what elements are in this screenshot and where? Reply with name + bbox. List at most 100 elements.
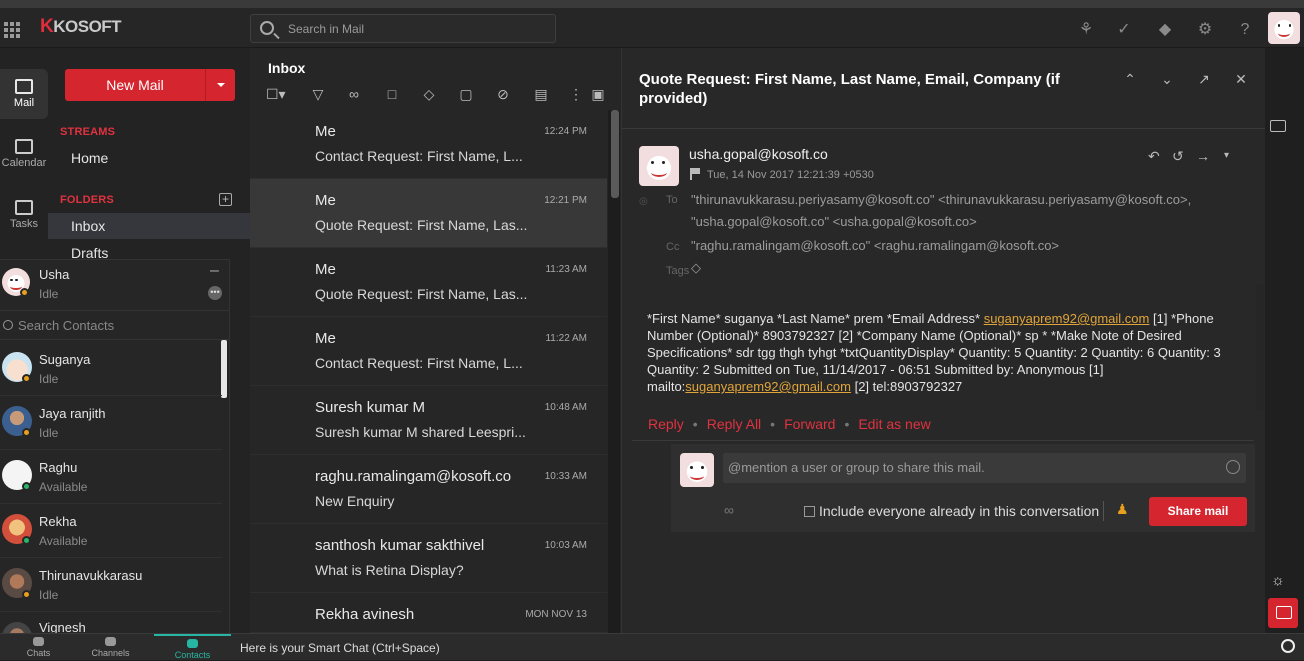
gear-icon[interactable]: ⚙ (1195, 20, 1215, 40)
recipients-toggle-icon[interactable]: ◎ (639, 196, 648, 207)
share-mail-button[interactable]: Share mail (1149, 497, 1247, 526)
block-icon[interactable]: ⊘ (495, 86, 511, 102)
include-everyone-checkbox[interactable] (804, 506, 815, 517)
kosoft-logo: KKOSOFT (40, 16, 122, 37)
contact-row[interactable]: Thirunavukkarasu Idle (0, 558, 222, 612)
mail-icon (15, 79, 33, 94)
contact-row[interactable]: Vignesh (0, 612, 222, 633)
chevron-down-icon[interactable] (217, 83, 225, 87)
my-status-row[interactable]: Usha Idle – ••• (0, 260, 229, 308)
folder-inbox[interactable]: Inbox (48, 213, 250, 239)
list-scrollbar-thumb[interactable] (611, 110, 619, 198)
chevron-up-icon[interactable]: ⌃ (1121, 70, 1139, 88)
emoji-icon[interactable] (1226, 460, 1240, 474)
contacts-icon (187, 639, 198, 648)
user-avatar[interactable] (1268, 12, 1300, 44)
mention-input[interactable]: @mention a user or group to share this m… (723, 453, 1246, 483)
mail-icon[interactable] (1270, 120, 1286, 132)
list-item[interactable]: raghu.ramalingam@kosoft.co 10:33 AM New … (250, 455, 607, 524)
rail-calendar[interactable]: Calendar (0, 139, 48, 169)
folder-home[interactable]: Home (48, 145, 250, 171)
tab-channels[interactable]: Channels (72, 634, 149, 661)
sender-address[interactable]: usha.gopal@kosoft.co (689, 146, 828, 162)
chat-icon[interactable] (1268, 598, 1298, 628)
list-item[interactable]: Suresh kumar M 10:48 AM Suresh kumar M s… (250, 386, 607, 455)
list-item[interactable]: Rekha avinesh MON NOV 13 (250, 593, 607, 633)
avatar (680, 453, 714, 487)
reply-all-icon[interactable]: ↺ (1172, 148, 1184, 165)
chats-icon (33, 637, 44, 646)
vote-icon[interactable]: ✓ (1114, 20, 1134, 40)
reply-icon[interactable]: ↶ (1148, 148, 1160, 165)
contact-row[interactable]: Suganya Idle (0, 342, 222, 396)
tab-contacts[interactable]: Contacts (154, 634, 231, 661)
chevron-down-icon[interactable]: ⌄ (1158, 70, 1176, 88)
search-icon[interactable] (1281, 639, 1295, 653)
new-mail-button[interactable]: New Mail (65, 69, 235, 101)
folder-icon[interactable]: □ (384, 86, 400, 102)
popout-icon[interactable]: ↗ (1195, 70, 1213, 88)
contact-row[interactable]: Raghu Available (0, 450, 222, 504)
flag-icon[interactable] (690, 168, 700, 180)
channels-icon (105, 637, 116, 646)
bell-icon[interactable]: ◆ (1155, 20, 1175, 40)
status-dot (22, 590, 31, 599)
reply-all-link[interactable]: Reply All (707, 416, 761, 432)
view-toggle-icon[interactable]: ▣ (590, 86, 606, 102)
list-item[interactable]: Me 11:23 AM Quote Request: First Name, L… (250, 248, 607, 317)
minimize-icon[interactable]: – (210, 262, 219, 280)
filter-icon[interactable]: ▽ (310, 86, 326, 102)
attachment-icon[interactable]: ∞ (346, 86, 362, 102)
email-link[interactable]: suganyaprem92@gmail.com (984, 311, 1150, 326)
mail-date: Tue, 14 Nov 2017 12:21:39 +0530 (707, 169, 874, 181)
search-icon (260, 21, 274, 35)
more-actions-chevron-icon[interactable]: ▾ (1224, 150, 1229, 161)
window-top-strip (0, 0, 1304, 8)
rail-tasks[interactable]: Tasks (0, 200, 48, 230)
list-item[interactable]: Me 11:22 AM Contact Request: First Name,… (250, 317, 607, 386)
help-icon[interactable]: ? (1235, 20, 1255, 40)
list-item[interactable]: Me 12:24 PM Contact Request: First Name,… (250, 110, 607, 179)
status-dot (22, 428, 31, 437)
contact-row[interactable]: Rekha Available (0, 504, 222, 558)
status-dot (20, 288, 29, 297)
status-dot (22, 482, 31, 491)
teams-icon[interactable]: ⚘ (1076, 20, 1096, 40)
list-item[interactable]: santhosh kumar sakthivel 10:03 AM What i… (250, 524, 607, 593)
person-icon[interactable]: ♟ (1116, 501, 1129, 518)
mail-search-input[interactable]: Search in Mail (250, 14, 556, 43)
more-vert-icon[interactable]: ⋮ (568, 86, 584, 102)
contact-row[interactable]: Jaya ranjith Idle (0, 396, 222, 450)
reader-scrollbar[interactable] (1256, 284, 1264, 410)
mail-actions: Reply • Reply All • Forward • Edit as new (648, 416, 931, 432)
sender-avatar (639, 146, 679, 186)
smart-chat-input[interactable]: Here is your Smart Chat (Ctrl+Space) (240, 641, 440, 655)
bottom-bar: Chats Channels Contacts Here is your Sma… (0, 633, 1304, 660)
more-icon[interactable]: ••• (208, 286, 222, 300)
edit-as-new-link[interactable]: Edit as new (858, 416, 930, 432)
contacts-panel: Usha Idle – ••• Search Contacts Suganya … (0, 259, 230, 633)
reply-link[interactable]: Reply (648, 416, 684, 432)
tab-chats[interactable]: Chats (0, 634, 77, 661)
to-line-1: "thirunavukkarasu.periyasamy@kosoft.co" … (691, 192, 1192, 207)
tag-icon[interactable]: ◇ (691, 260, 701, 276)
top-bar: KKOSOFT Search in Mail ⚘ ✓ ◆ ⚙ ? (0, 8, 1304, 48)
attachment-icon[interactable]: ∞ (724, 502, 734, 518)
contact-search-input[interactable]: Search Contacts (0, 310, 229, 340)
folders-heading: FOLDERS (60, 194, 114, 206)
close-icon[interactable]: ✕ (1232, 70, 1250, 88)
status-dot (22, 374, 31, 383)
forward-link[interactable]: Forward (784, 416, 835, 432)
forward-icon[interactable]: → (1196, 148, 1210, 164)
email-link[interactable]: suganyaprem92@gmail.com (685, 379, 851, 394)
theme-toggle-icon[interactable]: ☼ (1271, 572, 1285, 589)
rail-mail[interactable]: Mail (0, 69, 48, 119)
list-item[interactable]: Me 12:21 PM Quote Request: First Name, L… (250, 179, 607, 248)
archive-icon[interactable]: ▤ (533, 86, 549, 102)
delete-icon[interactable]: ▢ (458, 86, 474, 102)
select-all-checkbox-icon[interactable]: ☐▾ (266, 86, 288, 102)
app-grid-icon[interactable] (4, 22, 20, 38)
cc-line: "raghu.ramalingam@kosoft.co" <raghu.rama… (691, 238, 1060, 253)
add-folder-icon[interactable]: + (219, 193, 232, 206)
tag-icon[interactable]: ◇ (421, 86, 437, 102)
